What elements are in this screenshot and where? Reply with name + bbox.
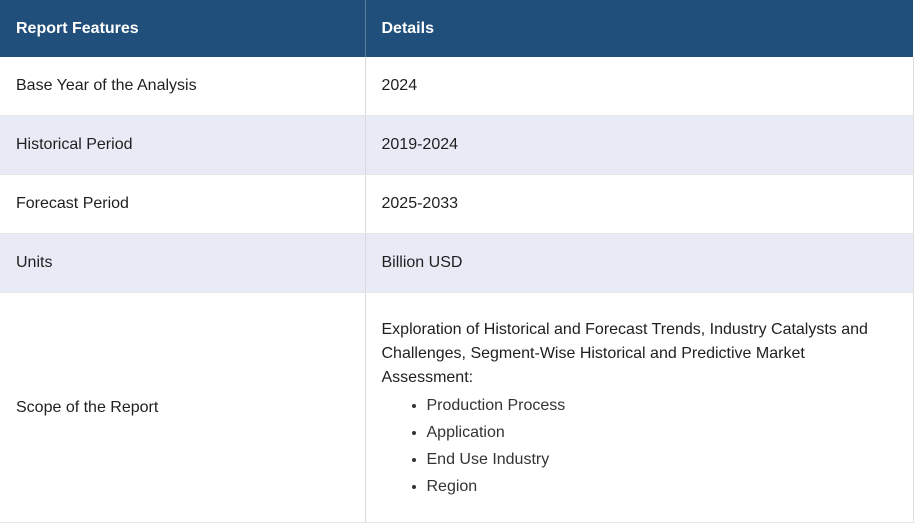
table-row: Scope of the Report Exploration of Histo… [0,292,914,523]
table-row: Units Billion USD [0,233,914,293]
table-row: Historical Period 2019-2024 [0,115,914,175]
detail-cell: 2024 [365,57,914,116]
detail-cell: 2019-2024 [365,115,914,175]
list-item: End Use Industry [427,446,897,473]
scope-description: Exploration of Historical and Forecast T… [381,320,868,386]
header-details: Details [365,0,913,57]
feature-cell: Units [0,233,366,293]
feature-cell: Forecast Period [0,174,366,234]
scope-list: Production Process Application End Use I… [382,392,897,500]
feature-cell: Base Year of the Analysis [0,57,366,116]
detail-cell: Billion USD [365,233,914,293]
feature-cell: Historical Period [0,115,366,175]
table-row: Base Year of the Analysis 2024 [0,57,914,116]
feature-cell: Scope of the Report [0,292,366,523]
list-item: Production Process [427,392,897,419]
list-item: Region [427,473,897,500]
table-header-row: Report Features Details [0,0,913,57]
list-item: Application [427,419,897,446]
detail-cell: 2025-2033 [365,174,914,234]
detail-cell: Exploration of Historical and Forecast T… [365,292,914,523]
header-report-features: Report Features [0,0,366,57]
table-row: Forecast Period 2025-2033 [0,174,914,234]
report-features-table: Report Features Details Base Year of the… [0,0,914,523]
